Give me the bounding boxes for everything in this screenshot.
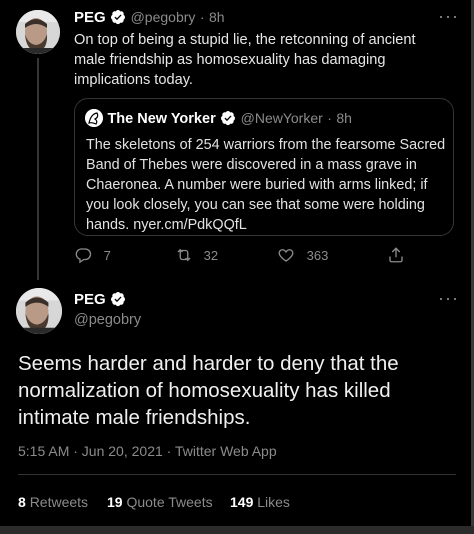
author-handle[interactable]: @pegobry [74, 312, 141, 328]
verified-icon [220, 110, 236, 131]
like-count: 363 [306, 248, 329, 263]
avatar[interactable] [16, 10, 60, 54]
reply-tweet-header: PEG @pegobry · 8h [74, 9, 225, 30]
avatar[interactable] [16, 288, 62, 334]
share-button[interactable] [387, 246, 405, 264]
like-button[interactable]: 363 [277, 246, 328, 264]
main-tweet-text: Seems harder and harder to deny that the… [18, 352, 399, 429]
tweet-time[interactable]: 8h [209, 9, 225, 25]
avatar [85, 109, 103, 127]
quoted-tweet-time: 8h [336, 110, 352, 126]
likes-label: Likes [257, 494, 290, 510]
reply-count: 7 [103, 248, 111, 263]
quoted-tweet-header: The New Yorker @NewYorker · 8h [85, 109, 352, 131]
more-icon[interactable]: ··· [438, 288, 459, 309]
retweet-button[interactable]: 32 [174, 246, 218, 264]
verified-icon [110, 291, 126, 312]
retweet-icon [174, 248, 198, 263]
author-handle[interactable]: @pegobry [131, 9, 196, 25]
verified-icon [110, 9, 126, 30]
tweet-text: On top of being a stupid lie, the retcon… [74, 32, 416, 88]
tweet-timestamp[interactable]: 5:15 AM · Jun 20, 2021 · Twitter Web App [18, 443, 277, 459]
likes-stat[interactable]: 149 Likes [230, 494, 290, 510]
likes-count: 149 [230, 494, 254, 510]
divider [18, 474, 456, 475]
reply-icon [74, 248, 96, 264]
retweets-count: 8 [18, 494, 26, 510]
quoted-tweet-card[interactable]: The New Yorker @NewYorker · 8h The skele… [74, 98, 454, 236]
window-edge-bottom [0, 526, 474, 534]
quotes-label: Quote Tweets [126, 494, 213, 510]
retweet-count: 32 [203, 248, 219, 263]
share-icon [387, 247, 405, 263]
reply-button[interactable]: 7 [74, 246, 111, 264]
quote-tweets-stat[interactable]: 19 Quote Tweets [107, 494, 213, 510]
thread-connector [37, 58, 39, 280]
separator: · [199, 9, 205, 25]
separator: · [327, 110, 332, 126]
like-icon [277, 248, 299, 263]
main-tweet-author[interactable]: PEG [74, 291, 126, 312]
author-name[interactable]: PEG [74, 9, 106, 26]
quoted-tweet-text: The skeletons of 254 warriors from the f… [86, 137, 446, 233]
retweets-stat[interactable]: 8 Retweets [18, 494, 88, 510]
author-name[interactable]: PEG [74, 291, 106, 308]
quoted-author-name: The New Yorker [107, 111, 216, 127]
retweets-label: Retweets [29, 494, 89, 510]
quotes-count: 19 [107, 494, 123, 510]
quoted-author-handle: @NewYorker [240, 110, 323, 126]
more-icon[interactable]: ··· [438, 6, 459, 27]
